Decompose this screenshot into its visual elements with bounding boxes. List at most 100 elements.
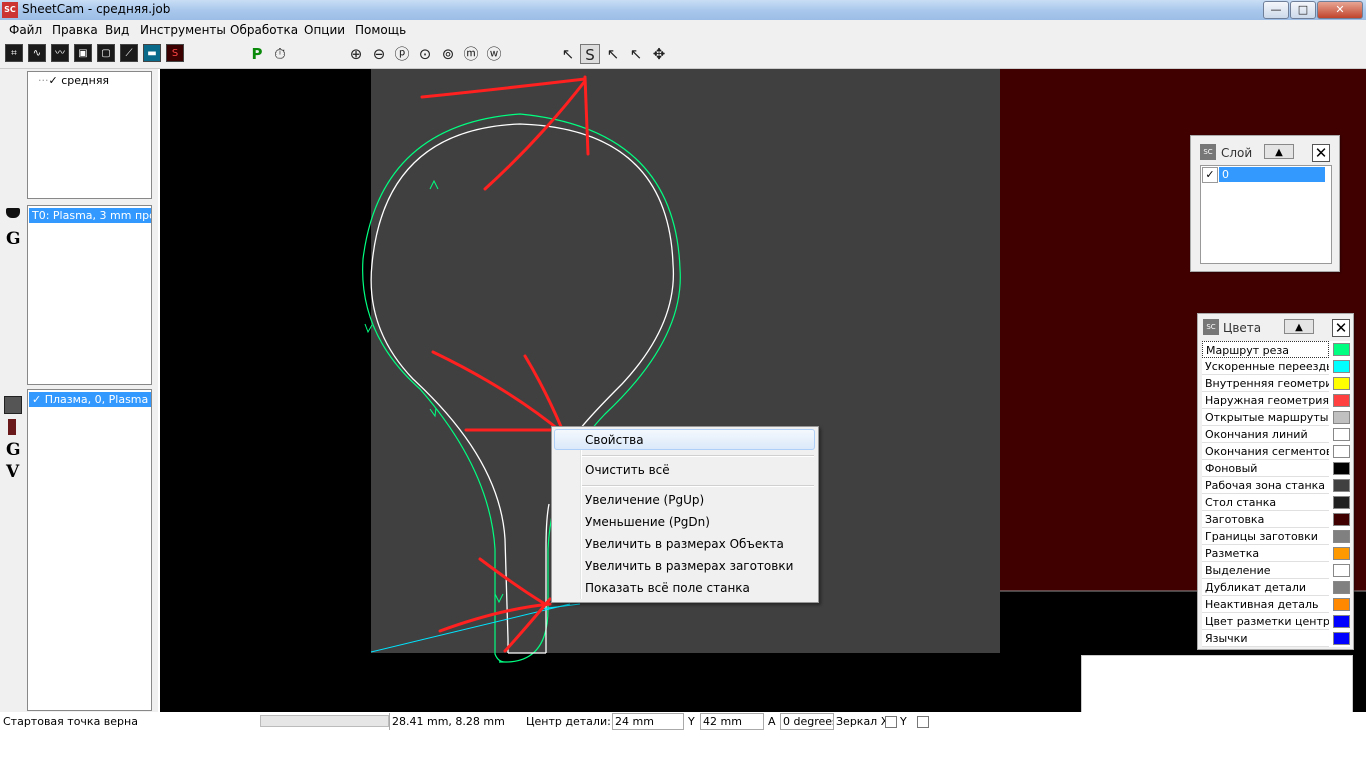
move-cross-icon[interactable]: ✥ (649, 44, 669, 64)
drawing-canvas[interactable] (160, 69, 1366, 712)
zoom-machine-icon[interactable]: ⓜ (461, 44, 481, 64)
maximize-button[interactable]: □ (1290, 1, 1316, 19)
menu-tools[interactable]: Инструменты (140, 23, 226, 37)
color-row[interactable]: Стол станка (1202, 494, 1350, 511)
tools-list-item[interactable]: T0: Plasma, 3 mm пропе (29, 208, 151, 223)
mirror-y-checkbox[interactable] (917, 716, 929, 728)
select-text-icon[interactable]: ↖ (603, 44, 623, 64)
color-swatch[interactable] (1333, 547, 1350, 560)
minimize-button[interactable]: — (1263, 1, 1289, 19)
menu-options[interactable]: Опции (304, 23, 345, 37)
menu-zoom-sheet[interactable]: Увеличить в размерах заготовки (585, 559, 793, 573)
menu-properties[interactable]: Свойства (585, 433, 644, 447)
menu-process[interactable]: Обработка (230, 23, 298, 37)
center-y-input[interactable]: 42 mm (700, 713, 764, 730)
colors-close-button[interactable]: ✕ (1332, 319, 1350, 337)
layer-close-button[interactable]: ✕ (1312, 144, 1330, 162)
zoom-sheet-icon[interactable]: ⓦ (484, 44, 504, 64)
color-swatch[interactable] (1333, 581, 1350, 594)
zoom-out-icon[interactable]: ⊖ (369, 44, 389, 64)
view-code-icon[interactable]: S (166, 44, 184, 62)
operations-list[interactable]: ✓ Плазма, 0, Plasma (27, 389, 152, 711)
menu-help[interactable]: Помощь (355, 23, 406, 37)
view-sheet-icon[interactable]: ▬ (143, 44, 161, 62)
color-swatch[interactable] (1333, 394, 1350, 407)
check-icon[interactable]: ✓ (49, 74, 58, 87)
color-swatch[interactable] (1333, 564, 1350, 577)
color-swatch[interactable] (1333, 343, 1350, 356)
layer-item[interactable]: 0 (1219, 167, 1325, 182)
color-row[interactable]: Ускоренные переезды (1202, 358, 1350, 375)
color-row[interactable]: Фоновый (1202, 460, 1350, 477)
zoom-pan-icon[interactable]: ⊙ (415, 44, 435, 64)
color-row[interactable]: Маршрут реза (1202, 341, 1350, 358)
select-s-icon[interactable]: S (580, 44, 600, 64)
center-x-input[interactable]: 24 mm (612, 713, 684, 730)
view-all-icon[interactable]: ⌗ (5, 44, 23, 62)
zoom-in-icon[interactable]: ⊕ (346, 44, 366, 64)
color-row[interactable]: Открытые маршруты (1202, 409, 1350, 426)
color-row[interactable]: Язычки (1202, 630, 1350, 647)
menu-clear-all[interactable]: Очистить всё (585, 463, 670, 477)
color-swatch[interactable] (1333, 530, 1350, 543)
color-row[interactable]: Наружная геометрия (1202, 392, 1350, 409)
select-cursor-icon[interactable]: ↖ (626, 44, 646, 64)
menu-file[interactable]: Файл (9, 23, 42, 37)
color-swatch[interactable] (1333, 598, 1350, 611)
parts-tree-item[interactable]: ···✓ средняя (38, 74, 109, 87)
menu-zoom-out[interactable]: Уменьшение (PgDn) (585, 515, 710, 529)
canvas-drawing[interactable] (160, 69, 1366, 712)
tools-list[interactable]: T0: Plasma, 3 mm пропе (27, 205, 152, 385)
colors-collapse-button[interactable]: ▲ (1284, 319, 1314, 334)
color-swatch[interactable] (1333, 462, 1350, 475)
color-swatch[interactable] (1333, 632, 1350, 645)
angle-input[interactable]: 0 degrees (780, 713, 834, 730)
view-frame-icon[interactable]: ▢ (97, 44, 115, 62)
color-row[interactable]: Выделение (1202, 562, 1350, 579)
check-icon[interactable]: ✓ (32, 393, 41, 406)
timer-icon[interactable]: ⏱ (270, 44, 290, 64)
menu-zoom-in[interactable]: Увеличение (PgUp) (585, 493, 704, 507)
color-swatch[interactable] (1333, 513, 1350, 526)
layer-collapse-button[interactable]: ▲ (1264, 144, 1294, 159)
colors-list[interactable]: Маршрут реза Ускоренные переезды Внутрення… (1202, 341, 1350, 647)
color-swatch[interactable] (1333, 377, 1350, 390)
color-swatch[interactable] (1333, 411, 1350, 424)
color-row[interactable]: Внутренняя геометрия (1202, 375, 1350, 392)
color-row[interactable]: Разметка (1202, 545, 1350, 562)
view-part-icon[interactable]: ▣ (74, 44, 92, 62)
zoom-object-icon[interactable]: ⊚ (438, 44, 458, 64)
close-button[interactable]: ✕ (1317, 1, 1363, 19)
view-wave-icon[interactable]: 〰 (51, 44, 69, 62)
view-cut-icon[interactable]: ⟋ (120, 44, 138, 62)
color-swatch[interactable] (1333, 445, 1350, 458)
select-arrow-icon[interactable]: ↖ (558, 44, 578, 64)
menu-edit[interactable]: Правка (52, 23, 98, 37)
ops-v-label[interactable]: V (6, 462, 19, 482)
color-swatch[interactable] (1333, 479, 1350, 492)
parts-tree[interactable]: ···✓ средняя (27, 71, 152, 199)
p-button[interactable]: P (247, 44, 267, 64)
layer-list[interactable]: ✓ 0 (1200, 165, 1332, 264)
color-row[interactable]: Дубликат детали (1202, 579, 1350, 596)
color-row[interactable]: Рабочая зона станка (1202, 477, 1350, 494)
menu-view[interactable]: Вид (105, 23, 129, 37)
color-swatch[interactable] (1333, 615, 1350, 628)
tools-g-label[interactable]: G (6, 229, 21, 249)
color-row[interactable]: Окончания линий (1202, 426, 1350, 443)
color-swatch[interactable] (1333, 360, 1350, 373)
color-row[interactable]: Границы заготовки (1202, 528, 1350, 545)
ops-g-label[interactable]: G (6, 440, 21, 460)
operations-list-item[interactable]: ✓ Плазма, 0, Plasma (29, 392, 151, 407)
color-row[interactable]: Окончания сегментов (1202, 443, 1350, 460)
color-row[interactable]: Заготовка (1202, 511, 1350, 528)
color-swatch[interactable] (1333, 496, 1350, 509)
mirror-x-checkbox[interactable] (885, 716, 897, 728)
menu-zoom-object[interactable]: Увеличить в размерах Объекта (585, 537, 784, 551)
zoom-p-icon[interactable]: ⓟ (392, 44, 412, 64)
menu-show-machine[interactable]: Показать всё поле станка (585, 581, 750, 595)
color-row[interactable]: Неактивная деталь (1202, 596, 1350, 613)
view-path-icon[interactable]: ∿ (28, 44, 46, 62)
color-row[interactable]: Цвет разметки центров (1202, 613, 1350, 630)
color-swatch[interactable] (1333, 428, 1350, 441)
